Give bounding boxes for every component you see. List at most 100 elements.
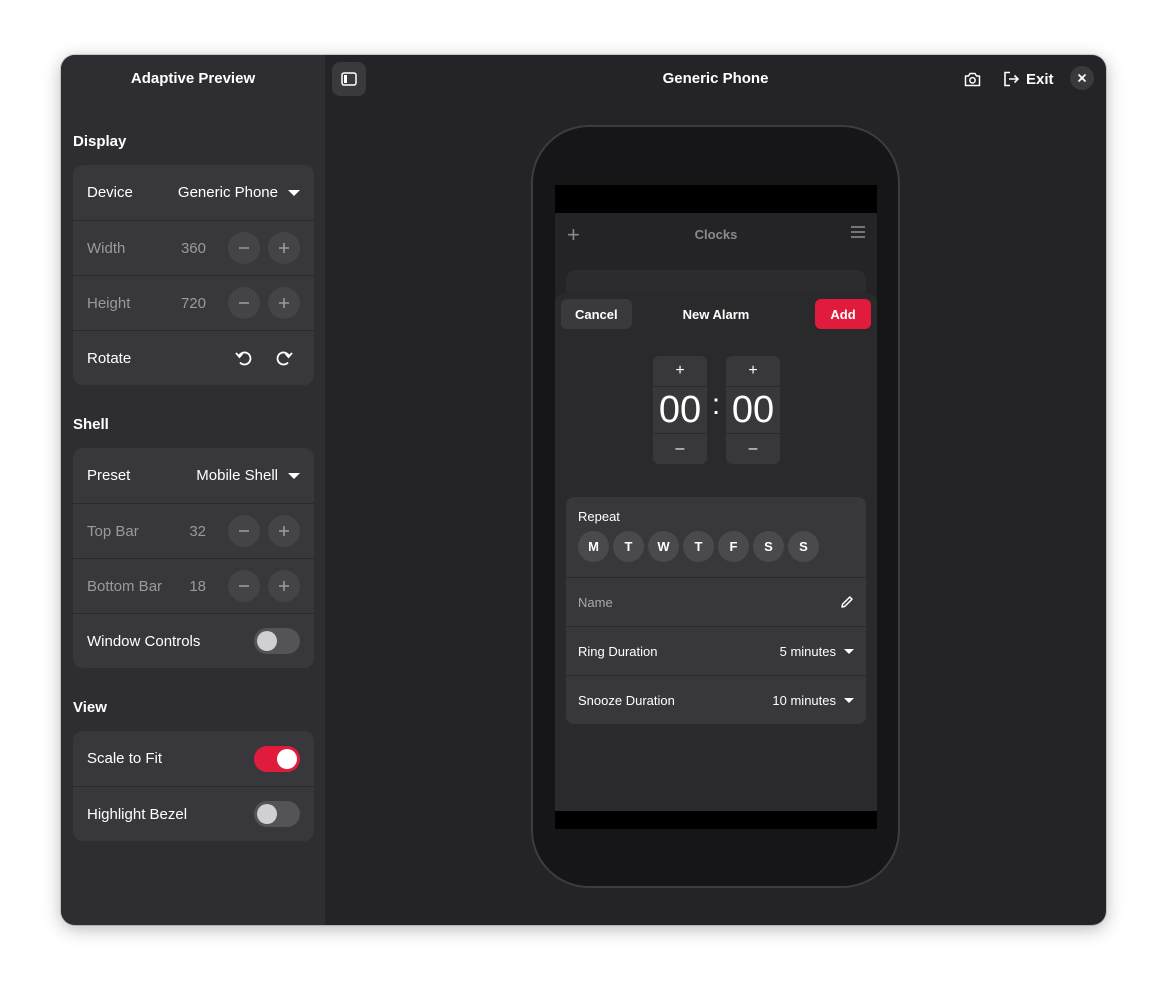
exit-label: Exit [1026, 70, 1054, 88]
add-button[interactable]: Add [815, 299, 871, 329]
sidebar-title: Adaptive Preview [130, 69, 256, 87]
rotate-right-button[interactable] [268, 342, 300, 374]
width-decrease-button[interactable] [228, 232, 260, 264]
rotate-left-icon [235, 351, 252, 366]
device-row[interactable]: Device Generic Phone [73, 165, 314, 220]
hours-increase-button[interactable]: + [653, 356, 707, 386]
minutes-decrease-button[interactable]: – [726, 434, 780, 464]
preset-dropdown[interactable]: Mobile Shell [196, 467, 300, 484]
rotate-label: Rotate [87, 349, 132, 367]
height-row: Height 720 [73, 275, 314, 330]
top-bar-label: Top Bar [87, 522, 139, 540]
minutes-value[interactable]: 00 [726, 386, 780, 434]
snooze-duration-dropdown[interactable]: 10 minutes [772, 693, 854, 708]
pencil-icon[interactable] [840, 595, 854, 609]
height-value[interactable]: 720 [181, 295, 206, 312]
day-selector: M T W T F S S [578, 531, 854, 562]
hours-decrease-button[interactable]: – [653, 434, 707, 464]
width-row: Width 360 [73, 220, 314, 275]
name-field[interactable]: Name [578, 595, 840, 610]
day-toggle[interactable]: W [648, 531, 679, 562]
scale-to-fit-switch[interactable] [254, 745, 300, 772]
hours-spinner: + 00 – [653, 356, 707, 464]
view-group: Scale to Fit Highlight Bezel [73, 731, 314, 841]
day-toggle[interactable]: T [683, 531, 714, 562]
day-toggle[interactable]: T [613, 531, 644, 562]
new-alarm-dialog: Cancel New Alarm Add + 00 – : + 00 – Rep… [555, 293, 877, 811]
highlight-bezel-label: Highlight Bezel [87, 805, 188, 823]
ring-duration-row[interactable]: Ring Duration 5 minutes [566, 626, 866, 675]
clocks-header: + Clocks [555, 213, 877, 255]
dialog-header: Cancel New Alarm Add [555, 293, 877, 335]
sidebar-icon [341, 72, 357, 86]
hamburger-menu-icon[interactable] [851, 226, 865, 241]
clocks-add-icon[interactable]: + [567, 222, 580, 248]
snooze-duration-row[interactable]: Snooze Duration 10 minutes [566, 675, 866, 724]
height-increase-button[interactable] [268, 287, 300, 319]
display-group: Device Generic Phone Width 360 Height 72… [73, 165, 314, 385]
width-value[interactable]: 360 [181, 240, 206, 257]
plus-icon [279, 581, 289, 591]
top-bar-decrease-button[interactable] [228, 515, 260, 547]
repeat-label: Repeat [578, 509, 620, 524]
bottom-bar-row: Bottom Bar 18 [73, 558, 314, 613]
height-label: Height [87, 294, 131, 312]
name-row[interactable]: Name [566, 577, 866, 626]
chevron-down-icon [844, 697, 854, 703]
highlight-bezel-row: Highlight Bezel [73, 786, 314, 841]
day-toggle[interactable]: S [753, 531, 784, 562]
phone-bezel: + Clocks Cancel New Alarm Add + 00 –: +… [531, 125, 900, 888]
day-toggle[interactable]: S [788, 531, 819, 562]
repeat-row: Repeat M T W T F S S [566, 497, 866, 577]
bottom-bar-value[interactable]: 18 [189, 578, 206, 595]
preset-value: Mobile Shell [196, 467, 278, 484]
window-controls-label: Window Controls [87, 632, 201, 650]
window-controls-switch[interactable] [254, 628, 300, 654]
minutes-increase-button[interactable]: + [726, 356, 780, 386]
snooze-duration-label: Snooze Duration [578, 692, 675, 708]
height-decrease-button[interactable] [228, 287, 260, 319]
screenshot-button[interactable] [955, 62, 989, 96]
camera-icon [964, 72, 980, 86]
chevron-down-icon [288, 189, 300, 196]
clocks-title: Clocks [694, 226, 738, 242]
ring-duration-label: Ring Duration [578, 643, 658, 659]
shell-group: Preset Mobile Shell Top Bar 32 Bottom Ba… [73, 448, 314, 668]
minus-icon [239, 585, 249, 587]
width-label: Width [87, 239, 126, 257]
switch-knob [257, 631, 277, 651]
clocks-app: + Clocks Cancel New Alarm Add + 00 –: +… [555, 213, 877, 811]
exit-button[interactable]: Exit [999, 62, 1058, 96]
plus-icon [279, 526, 289, 536]
main-area: Generic Phone Exit + Clocks Cancel New A… [325, 55, 1106, 925]
width-increase-button[interactable] [268, 232, 300, 264]
top-bar-row: Top Bar 32 [73, 503, 314, 558]
minus-icon [239, 247, 249, 249]
rotate-right-icon [276, 351, 293, 366]
window-controls-row: Window Controls [73, 613, 314, 668]
plus-icon [279, 298, 289, 308]
preset-row[interactable]: Preset Mobile Shell [73, 448, 314, 503]
rotate-left-button[interactable] [228, 342, 260, 374]
day-toggle[interactable]: M [578, 531, 609, 562]
chevron-down-icon [844, 648, 854, 654]
preset-label: Preset [87, 467, 131, 484]
day-toggle[interactable]: F [718, 531, 749, 562]
switch-knob [257, 804, 277, 824]
toggle-sidebar-button[interactable] [332, 62, 366, 96]
device-dropdown[interactable]: Generic Phone [178, 184, 300, 201]
highlight-bezel-switch[interactable] [254, 801, 300, 827]
device-value: Generic Phone [177, 184, 278, 201]
ring-duration-dropdown[interactable]: 5 minutes [780, 644, 854, 659]
hours-value[interactable]: 00 [653, 386, 707, 434]
section-title-shell: Shell [73, 416, 109, 433]
bottom-bar-increase-button[interactable] [268, 570, 300, 602]
bottom-bar-decrease-button[interactable] [228, 570, 260, 602]
clocks-app-background: + Clocks [555, 213, 877, 310]
cancel-button[interactable]: Cancel [561, 299, 632, 329]
close-button[interactable] [1070, 66, 1094, 90]
rotate-row: Rotate [73, 330, 314, 385]
top-bar-increase-button[interactable] [268, 515, 300, 547]
top-bar-value[interactable]: 32 [189, 523, 206, 540]
time-separator: : [711, 388, 721, 421]
